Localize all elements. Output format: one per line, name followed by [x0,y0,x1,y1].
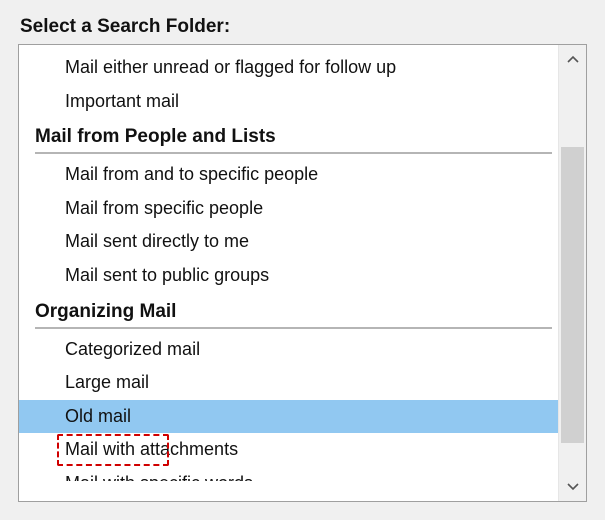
list-item[interactable]: Mail sent directly to me [19,225,558,259]
scroll-up-button[interactable] [559,45,586,75]
scroll-down-button[interactable] [559,471,586,501]
scroll-thumb[interactable] [561,147,584,443]
search-folder-listbox[interactable]: Mail either unread or flagged for follow… [19,45,558,501]
scroll-track[interactable] [559,75,586,471]
search-folder-panel: Mail either unread or flagged for follow… [18,44,587,502]
list-item[interactable]: Mail sent to public groups [19,259,558,293]
list-item[interactable]: Mail either unread or flagged for follow… [19,51,558,85]
list-item[interactable]: Mail from specific people [19,192,558,226]
list-item[interactable]: Mail with attachments [19,433,558,467]
list-item[interactable]: Mail from and to specific people [19,158,558,192]
list-item[interactable]: Important mail [19,85,558,119]
list-item[interactable]: Large mail [19,366,558,400]
group-header-organizing-mail: Organizing Mail [19,295,558,325]
list-item-selected[interactable]: Old mail [19,400,558,434]
group-header-people-and-lists: Mail from People and Lists [19,120,558,150]
list-item[interactable]: Categorized mail [19,333,558,367]
list-item[interactable]: Mail with specific words [19,467,558,481]
chevron-up-icon [567,54,579,66]
dialog-title: Select a Search Folder: [20,16,587,38]
vertical-scrollbar[interactable] [558,45,586,501]
divider [35,327,552,329]
divider [35,152,552,154]
chevron-down-icon [567,480,579,492]
